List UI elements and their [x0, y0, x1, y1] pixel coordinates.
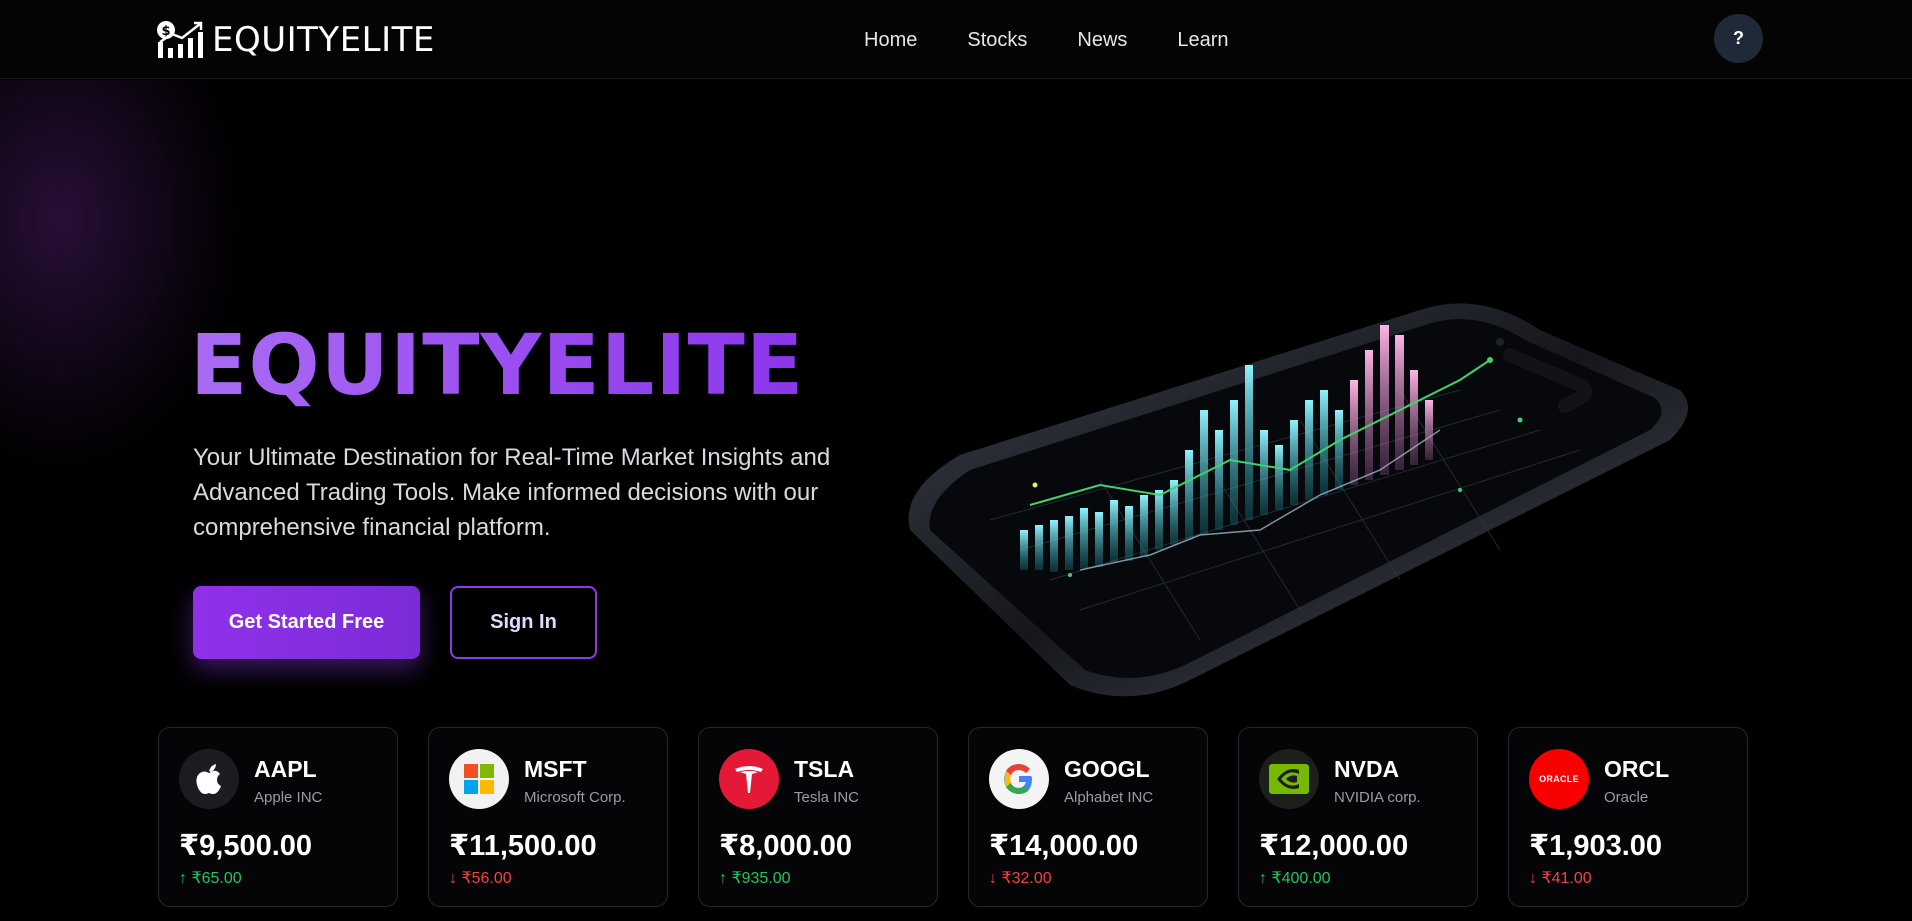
- oracle-logo-icon: ORACLE: [1529, 749, 1589, 809]
- stock-company-name: Apple INC: [254, 789, 323, 806]
- hero-title: EQUITYELITE: [190, 316, 805, 414]
- nvidia-logo-icon: [1259, 749, 1319, 809]
- google-logo-icon: [989, 749, 1049, 809]
- stock-change: ↑ ₹65.00: [179, 870, 242, 887]
- stock-price: ₹9,500.00: [179, 830, 313, 862]
- nav-link-learn[interactable]: Learn: [1177, 26, 1228, 54]
- stock-price: ₹12,000.00: [1259, 830, 1409, 862]
- stock-change: ↑ ₹400.00: [1259, 870, 1331, 887]
- stock-ticker: AAPL: [254, 756, 317, 782]
- top-navbar: $ EQUITYELITE Home Stocks News Learn ?: [0, 0, 1912, 79]
- stock-card-tsla[interactable]: TSLA Tesla INC ₹8,000.00 ↑ ₹935.00: [698, 727, 938, 907]
- stock-ticker: NVDA: [1334, 756, 1400, 782]
- stock-company-name: Alphabet INC: [1064, 789, 1154, 806]
- stock-company-name: Oracle: [1604, 789, 1649, 806]
- stock-ticker: MSFT: [524, 756, 587, 782]
- tesla-logo-icon: [719, 749, 779, 809]
- stock-change: ↓ ₹41.00: [1529, 870, 1592, 887]
- stock-price: ₹11,500.00: [449, 830, 597, 862]
- get-started-button[interactable]: Get Started Free: [193, 586, 420, 659]
- stock-ticker: GOOGL: [1064, 756, 1150, 782]
- stock-change: ↓ ₹32.00: [989, 870, 1052, 887]
- stock-company-name: NVIDIA corp.: [1334, 789, 1421, 806]
- brand-name: EQUITYELITE: [212, 20, 435, 60]
- stock-price: ₹14,000.00: [989, 830, 1139, 862]
- phone-chart-illustration: [900, 280, 1700, 720]
- brand-logo[interactable]: $ EQUITYELITE: [156, 20, 435, 60]
- stock-card-googl[interactable]: GOOGL Alphabet INC ₹14,000.00 ↓ ₹32.00: [968, 727, 1208, 907]
- stock-company-name: Tesla INC: [794, 789, 860, 806]
- sign-in-button[interactable]: Sign In: [450, 586, 597, 659]
- stock-price: ₹8,000.00: [719, 830, 853, 862]
- stock-card-aapl[interactable]: AAPL Apple INC ₹9,500.00 ↑ ₹65.00: [158, 727, 398, 907]
- microsoft-logo-icon: [449, 749, 509, 809]
- stock-ticker: ORCL: [1604, 756, 1670, 782]
- stock-card-orcl[interactable]: ORACLE ORCL Oracle ₹1,903.00 ↓ ₹41.00: [1508, 727, 1748, 907]
- apple-logo-icon: [179, 749, 239, 809]
- stock-company-name: Microsoft Corp.: [524, 789, 626, 806]
- dollar-chart-icon: $: [156, 20, 204, 60]
- oracle-logo-text: ORACLE: [1539, 774, 1579, 784]
- nav-link-news[interactable]: News: [1077, 26, 1127, 54]
- nav-links: Home Stocks News Learn: [864, 26, 1279, 54]
- help-button[interactable]: ?: [1714, 14, 1763, 63]
- stock-price: ₹1,903.00: [1529, 830, 1663, 862]
- stock-change: ↑ ₹935.00: [719, 870, 791, 887]
- hero-subtitle: Your Ultimate Destination for Real-Time …: [193, 444, 831, 541]
- stock-change: ↓ ₹56.00: [449, 870, 512, 887]
- nav-link-stocks[interactable]: Stocks: [967, 26, 1027, 54]
- nav-link-home[interactable]: Home: [864, 26, 917, 54]
- stock-ticker: TSLA: [794, 756, 855, 782]
- stock-card-nvda[interactable]: NVDA NVIDIA corp. ₹12,000.00 ↑ ₹400.00: [1238, 727, 1478, 907]
- stock-card-msft[interactable]: MSFT Microsoft Corp. ₹11,500.00 ↓ ₹56.00: [428, 727, 668, 907]
